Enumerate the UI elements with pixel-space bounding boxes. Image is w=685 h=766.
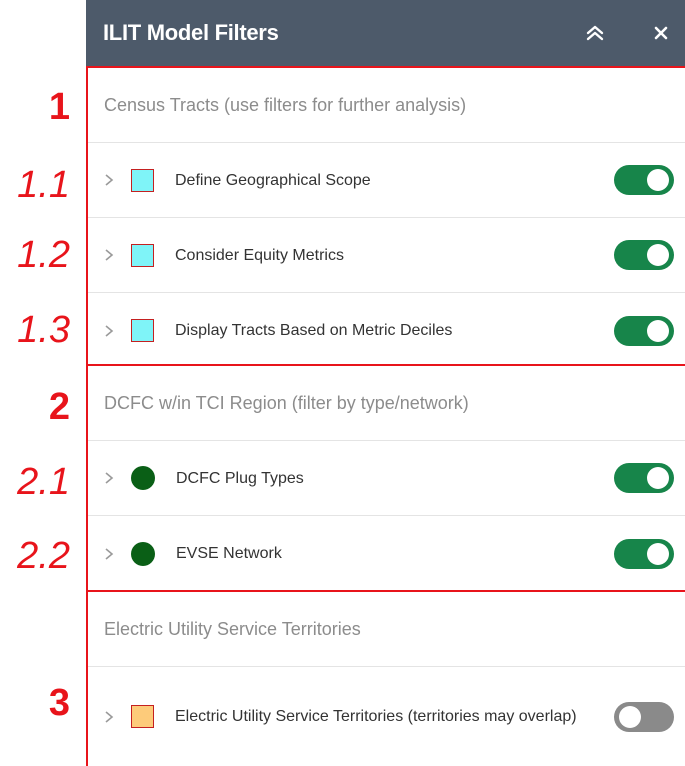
layer-swatch xyxy=(131,705,154,728)
section-utility-territories: Electric Utility Service Territories Ele… xyxy=(86,592,685,766)
layer-toggle[interactable] xyxy=(614,315,674,346)
model-filters-panel: ILIT Model Filters Census Tracts (use fi… xyxy=(86,0,685,766)
layer-row[interactable]: Define Geographical Scope xyxy=(88,143,685,218)
panel-title: ILIT Model Filters xyxy=(103,20,279,45)
section-dcfc: DCFC w/in TCI Region (filter by type/net… xyxy=(86,366,685,592)
annotation-label: 1.2 xyxy=(17,234,70,276)
collapse-button[interactable] xyxy=(580,0,610,66)
layer-toggle[interactable] xyxy=(614,165,674,195)
layer-row[interactable]: DCFC Plug Types xyxy=(88,441,685,516)
annotation-label: 2.1 xyxy=(17,461,70,503)
layer-toggle[interactable] xyxy=(614,463,674,493)
chevron-right-icon[interactable] xyxy=(104,547,118,561)
layer-row[interactable]: EVSE Network xyxy=(88,516,685,591)
toggle-knob xyxy=(647,542,669,565)
toggle-knob xyxy=(647,467,669,489)
layer-label: Define Geographical Scope xyxy=(175,171,371,189)
annotation-label: 2.2 xyxy=(17,535,70,577)
annotation-column: 1 1.1 1.2 1.3 2 2.1 2.2 3 xyxy=(0,0,86,766)
layer-toggle[interactable] xyxy=(614,240,674,270)
layer-swatch xyxy=(131,319,154,342)
toggle-knob xyxy=(619,705,641,728)
annotation-label: 1.1 xyxy=(17,164,70,206)
section-census-tracts: Census Tracts (use filters for further a… xyxy=(86,66,685,366)
double-chevron-up-icon xyxy=(586,25,604,41)
layer-label: Consider Equity Metrics xyxy=(175,246,344,264)
close-button[interactable] xyxy=(646,0,676,66)
annotation-label: 1.3 xyxy=(17,309,70,351)
layer-label: EVSE Network xyxy=(176,545,282,562)
layer-swatch xyxy=(131,466,155,490)
section-title: Electric Utility Service Territories xyxy=(88,592,685,667)
layer-label: Display Tracts Based on Metric Deciles xyxy=(175,322,453,339)
panel-header: ILIT Model Filters xyxy=(86,0,685,66)
layer-toggle[interactable] xyxy=(614,538,674,569)
layer-swatch xyxy=(131,168,154,192)
close-icon xyxy=(654,26,668,40)
layer-swatch xyxy=(131,243,154,267)
chevron-right-icon[interactable] xyxy=(104,471,118,485)
toggle-knob xyxy=(647,319,669,342)
layer-swatch xyxy=(131,541,155,566)
toggle-knob xyxy=(647,169,669,191)
section-title: Census Tracts (use filters for further a… xyxy=(88,68,685,143)
chevron-right-icon[interactable] xyxy=(104,173,118,187)
annotation-label: 1 xyxy=(48,86,70,128)
chevron-right-icon[interactable] xyxy=(104,324,118,338)
annotation-label: 3 xyxy=(48,682,70,724)
layer-row[interactable]: Consider Equity Metrics xyxy=(88,218,685,293)
layer-label: DCFC Plug Types xyxy=(176,469,304,487)
layer-row[interactable]: Electric Utility Service Territories (te… xyxy=(88,667,685,766)
layer-toggle[interactable] xyxy=(614,701,674,732)
annotation-label: 2 xyxy=(48,386,70,428)
section-title: DCFC w/in TCI Region (filter by type/net… xyxy=(88,366,685,441)
toggle-knob xyxy=(647,244,669,266)
layer-label: Electric Utility Service Territories (te… xyxy=(175,708,577,725)
chevron-right-icon[interactable] xyxy=(104,710,118,724)
layer-row[interactable]: Display Tracts Based on Metric Deciles xyxy=(88,293,685,368)
chevron-right-icon[interactable] xyxy=(104,248,118,262)
